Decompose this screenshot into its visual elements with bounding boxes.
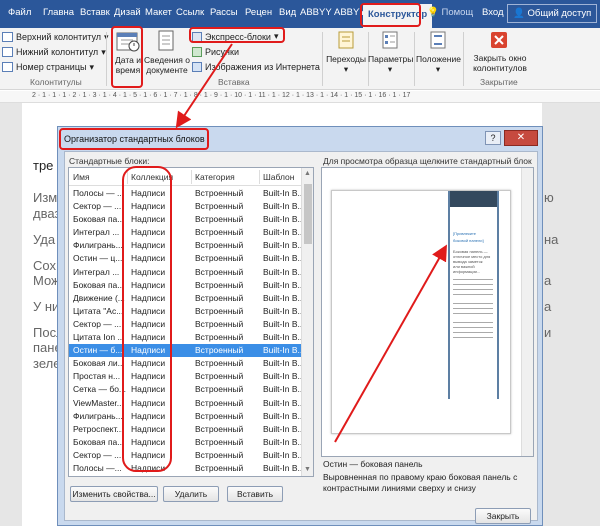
annotation-arrows (175, 43, 447, 443)
annotation-arrow-to-dialog (175, 43, 233, 129)
annotation-arrow-to-preview (334, 244, 447, 443)
